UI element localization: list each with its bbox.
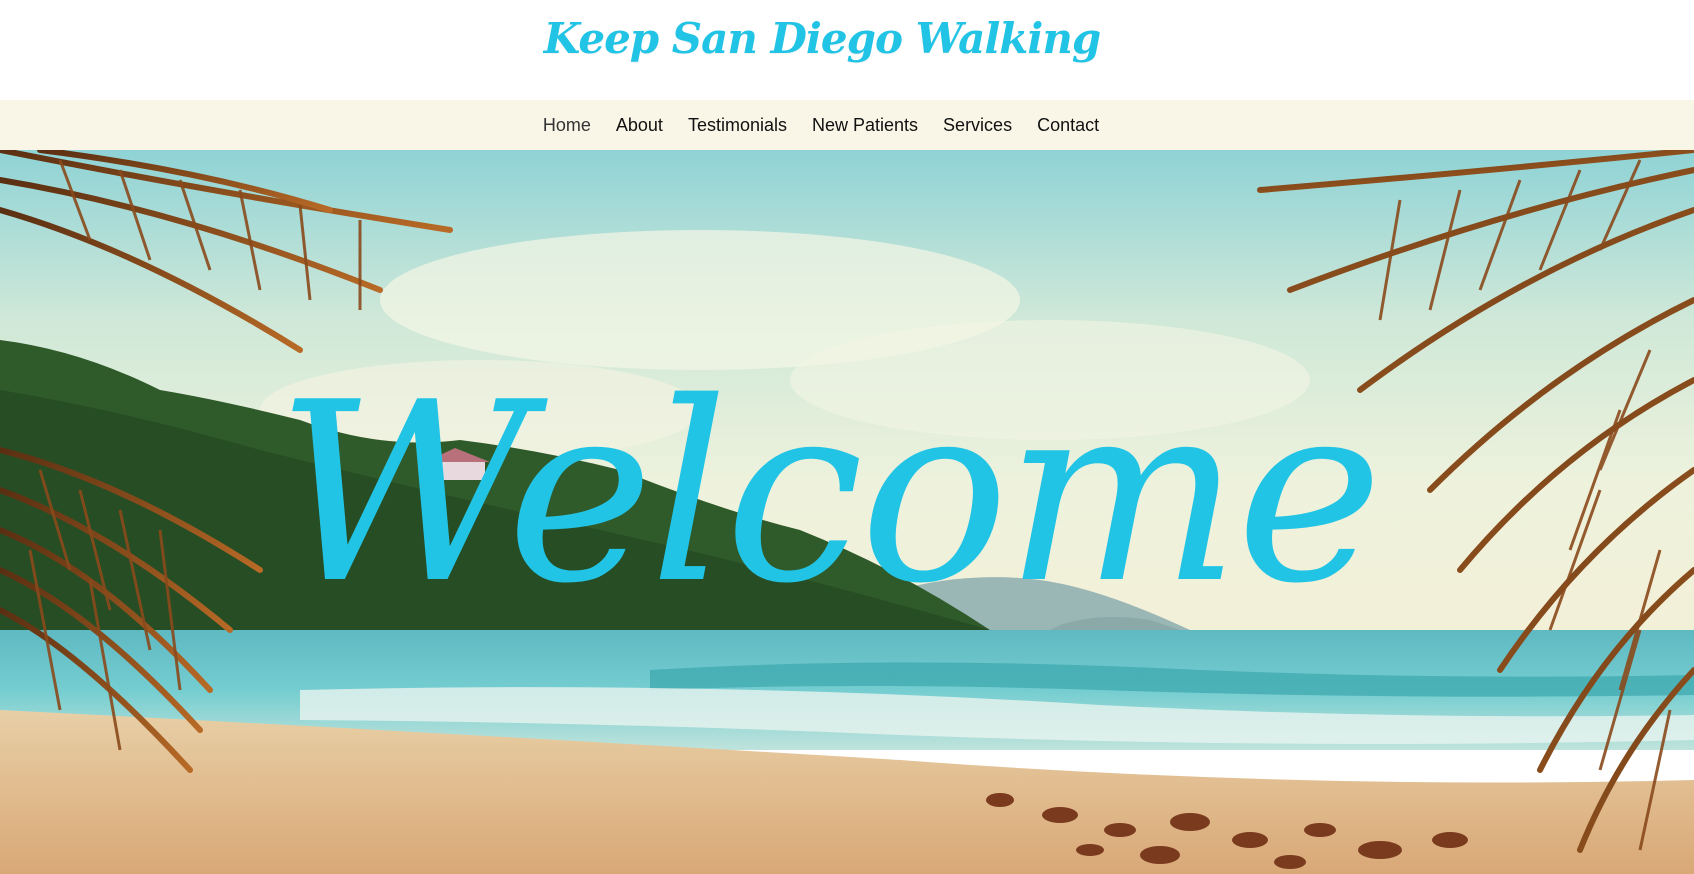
nav-item-testimonials[interactable]: Testimonials [688,111,787,140]
site-header: Keep San Diego Walking [0,0,1694,100]
nav-item-contact[interactable]: Contact [1037,111,1099,140]
hero-section: Welcome [0,150,1694,874]
nav-item-services[interactable]: Services [943,111,1012,140]
nav-item-new-patients[interactable]: New Patients [812,111,918,140]
hero-heading: Welcome [276,350,1383,638]
main-nav: Home About Testimonials New Patients Ser… [0,100,1694,150]
site-title[interactable]: Keep San Diego Walking [0,14,1644,63]
nav-item-about[interactable]: About [616,111,663,140]
nav-item-home[interactable]: Home [543,111,591,140]
